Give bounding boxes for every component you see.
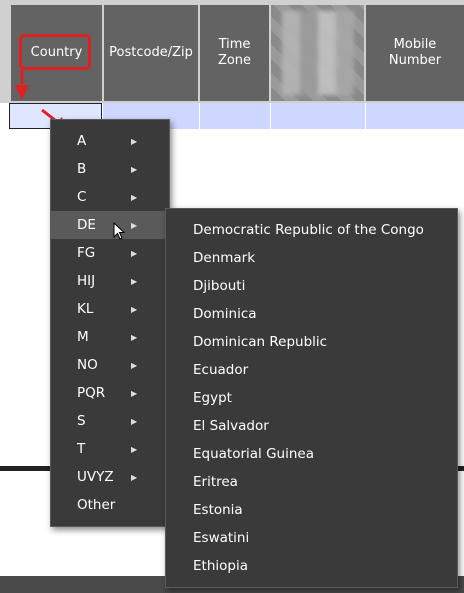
chevron-right-icon: ▶ bbox=[131, 360, 138, 370]
country-option[interactable]: Egypt bbox=[166, 384, 457, 412]
chevron-right-icon: ▶ bbox=[131, 248, 138, 258]
menu-item-s[interactable]: S ▶ bbox=[51, 407, 169, 435]
menu-item-b[interactable]: B ▶ bbox=[51, 155, 169, 183]
chevron-right-icon: ▶ bbox=[131, 276, 138, 286]
country-option[interactable]: Dominica bbox=[166, 300, 457, 328]
menu-item-label: C bbox=[77, 189, 87, 205]
menu-item-kl[interactable]: KL ▶ bbox=[51, 295, 169, 323]
menu-item-hij[interactable]: HIJ ▶ bbox=[51, 267, 169, 295]
chevron-right-icon: ▶ bbox=[131, 444, 138, 454]
menu-item-fg[interactable]: FG ▶ bbox=[51, 239, 169, 267]
country-option[interactable]: Eswatini bbox=[166, 524, 457, 552]
country-option[interactable]: Estonia bbox=[166, 496, 457, 524]
chevron-right-icon: ▶ bbox=[131, 332, 138, 342]
country-option[interactable]: Eritrea bbox=[166, 468, 457, 496]
mouse-cursor-icon bbox=[113, 222, 126, 240]
menu-item-label: T bbox=[77, 441, 86, 457]
menu-item-t[interactable]: T ▶ bbox=[51, 435, 169, 463]
country-option[interactable]: Dominican Republic bbox=[166, 328, 457, 356]
chevron-right-icon: ▶ bbox=[131, 164, 138, 174]
menu-item-label: Other bbox=[77, 497, 116, 513]
chevron-right-icon: ▶ bbox=[131, 304, 138, 314]
menu-item-c[interactable]: C ▶ bbox=[51, 183, 169, 211]
chevron-right-icon: ▶ bbox=[131, 472, 138, 482]
menu-item-m[interactable]: M ▶ bbox=[51, 323, 169, 351]
menu-item-label: A bbox=[77, 133, 87, 149]
menu-item-de[interactable]: DE ▶ bbox=[51, 211, 169, 239]
chevron-right-icon: ▶ bbox=[131, 388, 138, 398]
country-option[interactable]: El Salvador bbox=[166, 412, 457, 440]
menu-item-label: KL bbox=[77, 301, 94, 317]
menu-item-uvyz[interactable]: UVYZ ▶ bbox=[51, 463, 169, 491]
country-option[interactable]: Djibouti bbox=[166, 272, 457, 300]
country-menu: A ▶ B ▶ C ▶ DE ▶ FG ▶ HIJ ▶ KL ▶ M ▶ NO … bbox=[50, 119, 170, 527]
menu-item-a[interactable]: A ▶ bbox=[51, 127, 169, 155]
menu-item-label: UVYZ bbox=[77, 469, 114, 485]
chevron-right-icon: ▶ bbox=[131, 192, 138, 202]
country-option[interactable]: Ethiopia bbox=[166, 552, 457, 580]
menu-item-label: S bbox=[77, 413, 86, 429]
menu-item-label: DE bbox=[77, 217, 96, 233]
country-option[interactable]: Denmark bbox=[166, 244, 457, 272]
menu-item-pqr[interactable]: PQR ▶ bbox=[51, 379, 169, 407]
menu-item-label: NO bbox=[77, 357, 98, 373]
chevron-right-icon: ▶ bbox=[131, 220, 138, 230]
country-option[interactable]: Ecuador bbox=[166, 356, 457, 384]
country-option[interactable]: Democratic Republic of the Congo bbox=[166, 216, 457, 244]
menu-item-label: HIJ bbox=[77, 273, 96, 289]
menu-item-label: M bbox=[77, 329, 89, 345]
menu-item-no[interactable]: NO ▶ bbox=[51, 351, 169, 379]
de-submenu: Democratic Republic of the Congo Denmark… bbox=[165, 208, 458, 588]
menu-item-label: PQR bbox=[77, 385, 106, 401]
annotation-arrowhead-down bbox=[15, 85, 29, 100]
chevron-right-icon: ▶ bbox=[131, 136, 138, 146]
menu-item-label: B bbox=[77, 161, 87, 177]
country-option[interactable]: Equatorial Guinea bbox=[166, 440, 457, 468]
menu-item-other[interactable]: Other bbox=[51, 491, 169, 519]
chevron-right-icon: ▶ bbox=[131, 416, 138, 426]
menu-item-label: FG bbox=[77, 245, 96, 261]
